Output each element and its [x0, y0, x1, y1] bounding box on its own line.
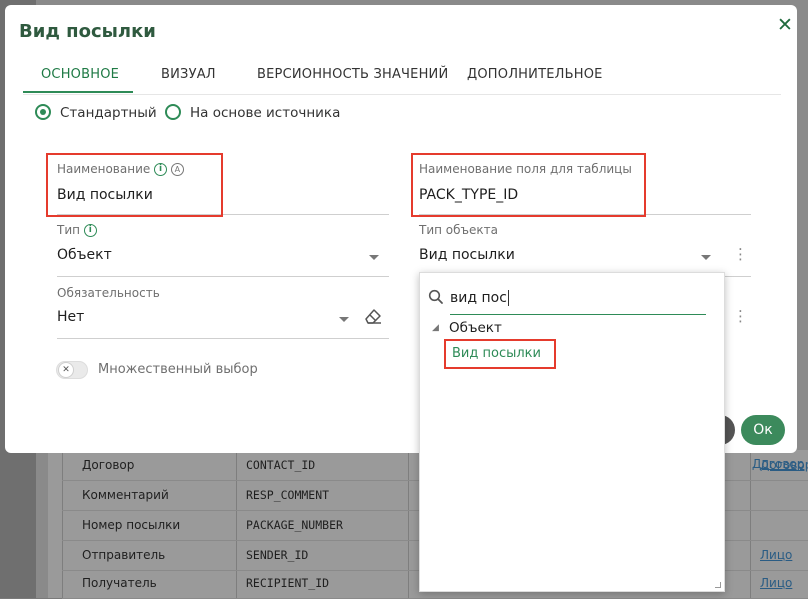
- table-cell-column: PACKAGE_NUMBER: [246, 518, 343, 532]
- highlight-box: [411, 153, 646, 217]
- tree-expand-icon[interactable]: ◢: [432, 323, 439, 333]
- table-cell-name: Отправитель: [82, 548, 166, 562]
- required-select[interactable]: Нет: [57, 309, 84, 325]
- highlight-box: [444, 339, 556, 369]
- type-select[interactable]: Объект: [57, 247, 112, 263]
- tab-additional[interactable]: ДОПОЛНИТЕЛЬНОЕ: [467, 67, 603, 82]
- table-cell-column: SENDER_ID: [246, 548, 309, 562]
- dialog-title: Вид посылки: [19, 21, 156, 42]
- dropdown-search-input[interactable]: вид пос: [450, 290, 509, 306]
- type-field-label: Тип i: [57, 223, 97, 237]
- object-type-label: Тип объекта: [419, 223, 498, 237]
- radio-source-based-label[interactable]: На основе источника: [190, 105, 340, 121]
- chevron-down-icon[interactable]: [339, 317, 349, 322]
- tabs-divider: [23, 94, 781, 95]
- tree-group-object[interactable]: Объект: [449, 320, 502, 336]
- table-cell-name: Получатель: [82, 576, 157, 590]
- more-vertical-icon[interactable]: ⋮: [733, 247, 748, 262]
- table-cell-link[interactable]: Лицо: [760, 576, 792, 590]
- table-cell-name: Договор: [82, 458, 135, 472]
- toggle-off-icon[interactable]: ✕: [58, 362, 74, 378]
- info-icon[interactable]: i: [83, 224, 97, 237]
- more-vertical-icon[interactable]: ⋮: [733, 309, 748, 324]
- table-cell-column: CONTACT_ID: [246, 458, 316, 472]
- multiple-toggle-label: Множественный выбор: [98, 362, 258, 377]
- tab-basic[interactable]: ОСНОВНОЕ: [41, 67, 119, 82]
- highlight-box: [46, 153, 223, 217]
- right-edge-link[interactable]: Договор: [752, 457, 804, 471]
- chevron-down-icon[interactable]: [701, 255, 711, 260]
- resize-handle-icon[interactable]: [715, 582, 721, 588]
- ok-button[interactable]: Ок: [741, 415, 785, 445]
- table-cell-name: Комментарий: [82, 488, 169, 502]
- eraser-icon[interactable]: [362, 306, 384, 326]
- radio-standard[interactable]: [35, 104, 51, 120]
- required-underline: [57, 338, 389, 339]
- radio-standard-label[interactable]: Стандартный: [60, 105, 157, 121]
- text-cursor: [507, 290, 509, 306]
- table-cell-name: Номер посылки: [82, 518, 181, 532]
- object-type-dropdown: вид пос ◢ Объект Вид посылки: [419, 272, 725, 592]
- close-icon[interactable]: ✕: [773, 13, 797, 37]
- tab-value-versioning[interactable]: ВЕРСИОННОСТЬ ЗНАЧЕНИЙ: [257, 67, 448, 82]
- search-text: вид пос: [450, 290, 507, 306]
- object-type-select[interactable]: Вид посылки: [419, 247, 515, 263]
- table-cell-column: RECIPIENT_ID: [246, 576, 330, 590]
- table-cell-link[interactable]: Лицо: [760, 548, 792, 562]
- required-label: Обязательность: [57, 286, 160, 300]
- table-cell-column: RESP_COMMENT: [246, 488, 330, 502]
- active-tab-indicator: [23, 91, 133, 93]
- chevron-down-icon[interactable]: [369, 255, 379, 260]
- type-underline: [57, 276, 389, 277]
- search-underline: [450, 314, 706, 315]
- type-label-text: Тип: [57, 223, 80, 237]
- search-icon: [428, 289, 444, 305]
- tab-visual[interactable]: ВИЗУАЛ: [161, 67, 216, 82]
- radio-source-based[interactable]: [165, 104, 181, 120]
